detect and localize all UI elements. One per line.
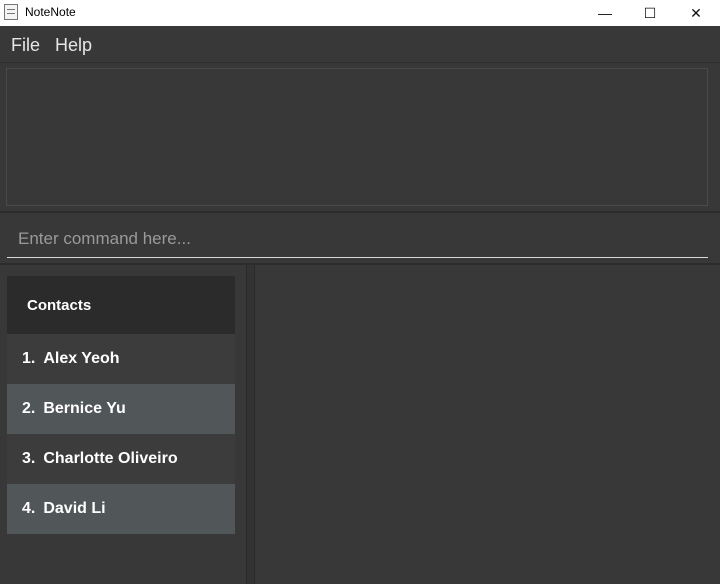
command-input[interactable] <box>7 222 708 256</box>
maximize-icon: ☐ <box>643 4 657 21</box>
panel-splitter[interactable] <box>246 265 255 584</box>
contact-index: 2. <box>22 400 36 417</box>
contact-name: Bernice Yu <box>43 400 126 417</box>
contact-name: Charlotte Oliveiro <box>43 450 178 467</box>
menu-file[interactable]: File <box>11 35 40 55</box>
contact-index: 4. <box>22 500 36 517</box>
title-bar: NoteNote — ☐ ✕ <box>0 0 720 26</box>
contact-item[interactable]: 3. Charlotte Oliveiro <box>7 434 235 484</box>
minimize-button[interactable]: — <box>582 0 628 26</box>
maximize-button[interactable]: ☐ <box>627 0 673 26</box>
app-icon <box>4 4 18 20</box>
menu-help[interactable]: Help <box>55 35 92 55</box>
detail-panel <box>256 265 720 584</box>
minimize-icon: — <box>598 5 612 21</box>
contact-item[interactable]: 1. Alex Yeoh <box>7 334 235 384</box>
result-display <box>6 68 708 206</box>
menu-bar: File Help <box>0 26 720 63</box>
divider <box>0 211 720 213</box>
contact-name: Alex Yeoh <box>43 350 120 367</box>
command-box <box>7 222 708 258</box>
contacts-panel: Contacts 1. Alex Yeoh 2. Bernice Yu 3. C… <box>7 276 235 576</box>
window-title: NoteNote <box>25 5 76 19</box>
contact-index: 3. <box>22 450 36 467</box>
contact-item[interactable]: 4. David Li <box>7 484 235 534</box>
close-icon: ✕ <box>690 4 702 21</box>
contact-item[interactable]: 2. Bernice Yu <box>7 384 235 434</box>
close-button[interactable]: ✕ <box>673 0 719 26</box>
contact-name: David Li <box>43 500 106 517</box>
contacts-header: Contacts <box>7 276 235 334</box>
contact-index: 1. <box>22 350 36 367</box>
